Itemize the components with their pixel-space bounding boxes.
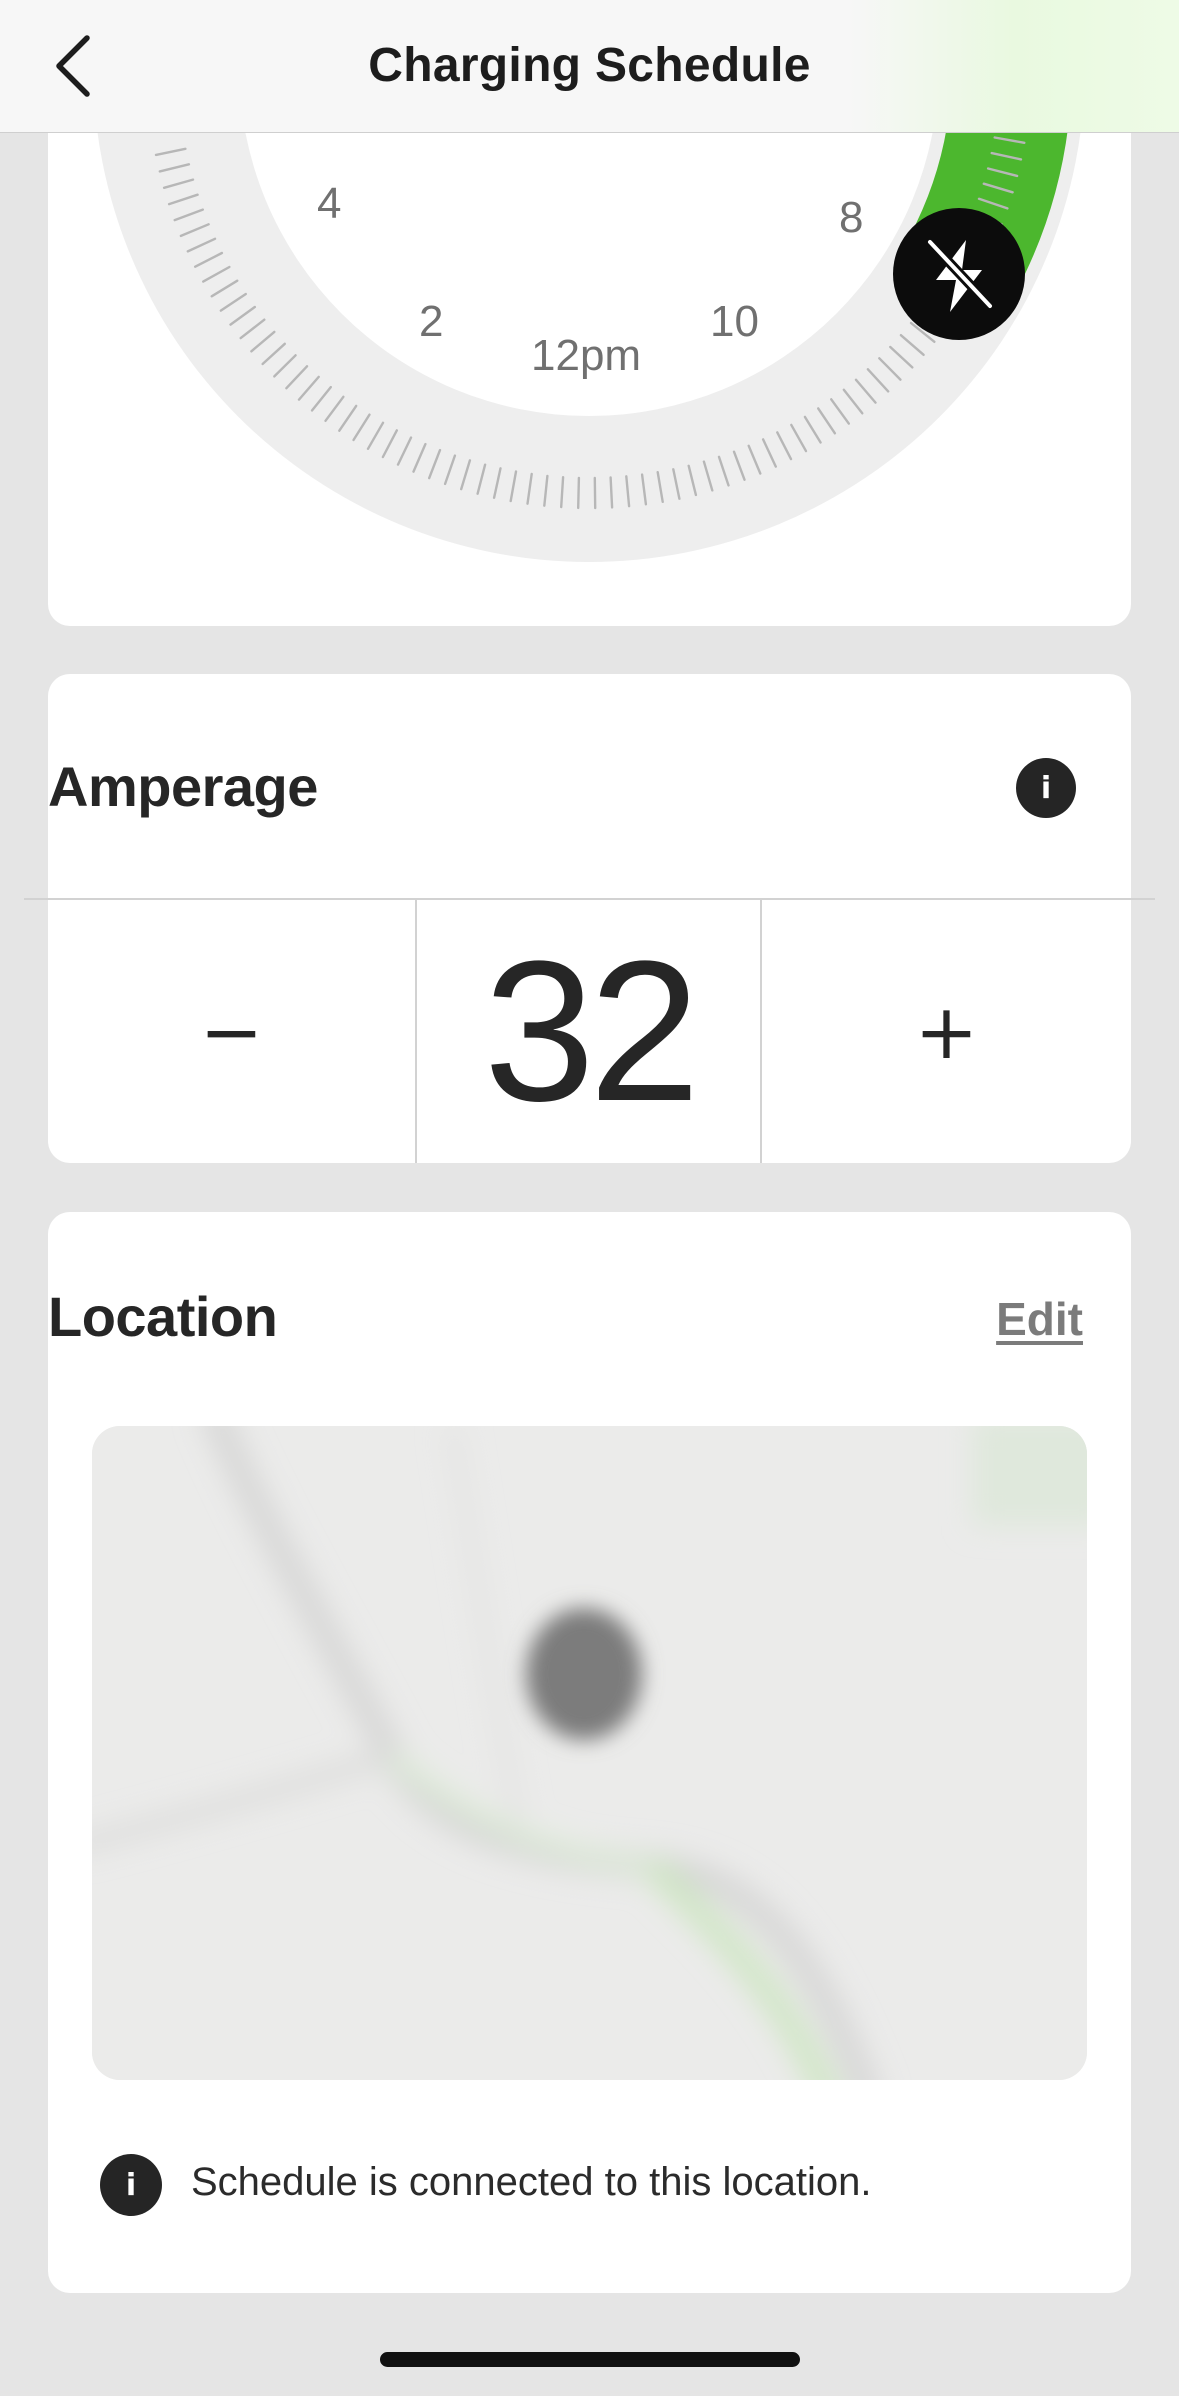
divider bbox=[24, 898, 1155, 900]
schedule-dial[interactable]: 4 8 2 10 12pm bbox=[48, 80, 1131, 626]
amperage-info-icon[interactable]: i bbox=[1016, 758, 1076, 818]
page-title: Charging Schedule bbox=[368, 39, 811, 92]
dial-hour-label: 4 bbox=[317, 179, 341, 228]
location-title: Location bbox=[48, 1285, 278, 1348]
location-note: Schedule is connected to this location. bbox=[191, 2160, 872, 2204]
amperage-title: Amperage bbox=[48, 755, 318, 818]
charge-end-handle[interactable] bbox=[893, 208, 1025, 340]
schedule-dial-card: 4 8 2 10 12pm bbox=[48, 80, 1131, 626]
location-map[interactable] bbox=[92, 1426, 1087, 2080]
dial-hour-label: 10 bbox=[710, 297, 759, 346]
map-pin-icon bbox=[526, 1608, 642, 1740]
dial-tick bbox=[577, 476, 581, 510]
dial-hour-label: 8 bbox=[839, 193, 863, 242]
amperage-value: 32 bbox=[483, 919, 700, 1143]
dial-hour-label: 12pm bbox=[531, 331, 641, 380]
dial-tick bbox=[609, 476, 614, 509]
decrease-amperage-button[interactable]: − bbox=[48, 900, 415, 1163]
edit-location-link[interactable]: Edit bbox=[996, 1292, 1083, 1346]
dial-hour-label: 2 bbox=[419, 297, 443, 346]
increase-amperage-button[interactable]: + bbox=[762, 900, 1131, 1163]
nav-header: Charging Schedule bbox=[0, 0, 1179, 133]
info-icon: i bbox=[100, 2154, 162, 2216]
home-indicator bbox=[380, 2352, 800, 2367]
